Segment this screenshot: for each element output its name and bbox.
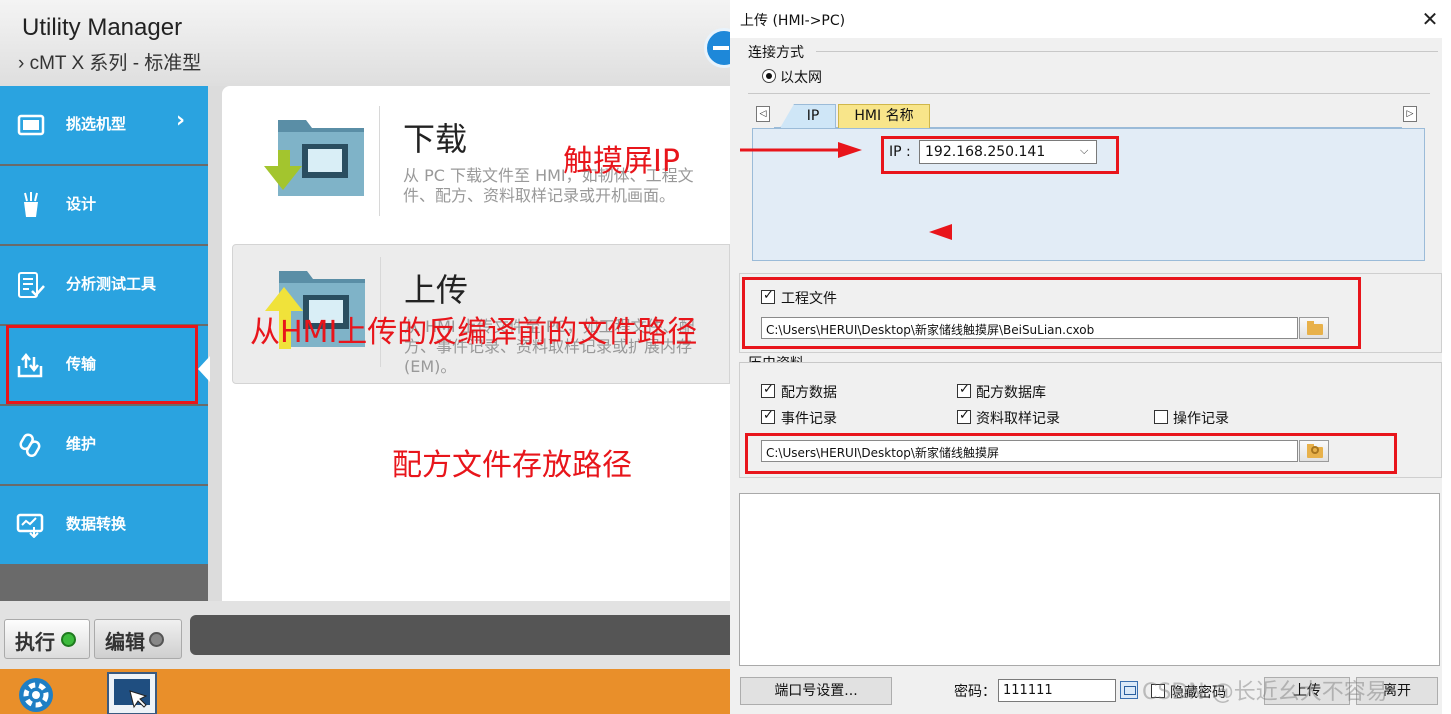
divider [379, 106, 380, 216]
tab-ip[interactable]: IP [780, 104, 836, 128]
collapse-icon[interactable] [704, 28, 730, 68]
sidebar-item-design[interactable]: 设计 [0, 166, 208, 244]
sidebar-item-label: 维护 [66, 435, 97, 453]
run-tab-label: 执行 [15, 630, 55, 654]
data-sampling-checkbox[interactable] [957, 408, 971, 424]
password-input[interactable]: 111111 [998, 679, 1116, 702]
sidebar-item-label: 分析测试工具 [66, 275, 157, 293]
sidebar-item-analysis-tools[interactable]: 分析测试工具 [0, 246, 208, 324]
recipe-data-label: 配方数据 [781, 385, 837, 401]
tab-scroll-right-icon[interactable]: ▷ [1403, 106, 1417, 122]
checklist-icon [18, 272, 45, 298]
divider [816, 51, 1438, 52]
um-title: Utility Manager [22, 14, 183, 41]
annotation-project-path-note: 从HMI上传的反编译前的文件路径 [250, 315, 698, 350]
annotation-recipe-path-note: 配方文件存放路径 [392, 448, 632, 483]
ethernet-radio[interactable] [762, 69, 776, 83]
password-label: 密码： [954, 684, 996, 700]
brush-cup-icon [24, 192, 38, 217]
run-tab[interactable]: 执行 [4, 619, 90, 659]
annotation-box-project-path [742, 277, 1361, 349]
edit-tab[interactable]: 编辑 [94, 619, 182, 659]
link-icon [19, 433, 41, 458]
um-header: Utility Manager › cMT X 系列 - 标准型 [0, 0, 730, 86]
download-title: 下载 [403, 120, 468, 158]
sidebar-item-label: 挑选机型 [66, 115, 127, 133]
edit-tab-label: 编辑 [105, 630, 145, 654]
sidebar-item-data-conversion[interactable]: 数据转换 [0, 486, 208, 564]
chevron-right-icon: › [176, 108, 186, 133]
download-folder-icon [264, 120, 364, 196]
active-indicator [198, 356, 210, 382]
event-log-label: 事件记录 [781, 411, 837, 427]
recipe-database-label: 配方数据库 [976, 385, 1046, 401]
sidebar-item-label: 设计 [66, 195, 97, 213]
connection-section-label: 连接方式 [748, 45, 804, 61]
sidebar-item-select-model[interactable]: 挑选机型 › [0, 86, 208, 164]
data-convert-icon [16, 513, 44, 538]
upload-dialog: 上传 (HMI->PC) ✕ 连接方式 以太网 ◁ ▷ IP HMI 名称 IP… [730, 0, 1451, 714]
monitor-icon [17, 114, 45, 136]
sidebar-item-label: 数据转换 [66, 515, 127, 533]
sidebar-item-maintenance[interactable]: 维护 [0, 406, 208, 484]
gear-app-icon[interactable] [8, 671, 64, 714]
recipe-data-checkbox[interactable] [761, 382, 775, 398]
event-log-checkbox[interactable] [761, 408, 775, 424]
operation-log-checkbox[interactable] [1154, 410, 1168, 424]
ethernet-radio-label: 以太网 [780, 70, 822, 86]
scrollbar[interactable] [1442, 38, 1451, 714]
annotation-box-history-path [745, 433, 1397, 474]
keyboard-icon[interactable] [1120, 681, 1138, 699]
data-sampling-label: 资料取样记录 [976, 411, 1060, 427]
touch-screen-app-icon[interactable] [104, 671, 160, 714]
port-settings-button[interactable]: 端口号设置... [740, 677, 892, 705]
um-model-breadcrumb[interactable]: › cMT X 系列 - 标准型 [18, 48, 201, 75]
watermark: CSDN @长近幺大不容易 [1142, 680, 1388, 705]
operation-log-label: 操作记录 [1173, 411, 1229, 427]
dialog-titlebar: 上传 (HMI->PC) ✕ [730, 0, 1451, 38]
bottom-bar: 执行 编辑 [0, 601, 730, 669]
log-output-area[interactable] [739, 493, 1440, 666]
tab-hmi-name[interactable]: HMI 名称 [838, 104, 930, 128]
status-dot-icon [61, 632, 76, 647]
tab-scroll-left-icon[interactable]: ◁ [756, 106, 770, 122]
status-dot-icon [149, 632, 164, 647]
taskbar [0, 669, 730, 714]
dialog-title: 上传 (HMI->PC) [740, 13, 846, 29]
recipe-database-checkbox[interactable] [957, 382, 971, 398]
progress-track [190, 615, 730, 655]
annotation-ip-note: 触摸屏IP [563, 144, 680, 179]
divider [748, 93, 1430, 94]
annotation-box-transfer [6, 325, 198, 404]
annotation-box-ip [881, 136, 1119, 174]
close-icon[interactable]: ✕ [1416, 6, 1444, 32]
upload-title: 上传 [404, 271, 469, 309]
